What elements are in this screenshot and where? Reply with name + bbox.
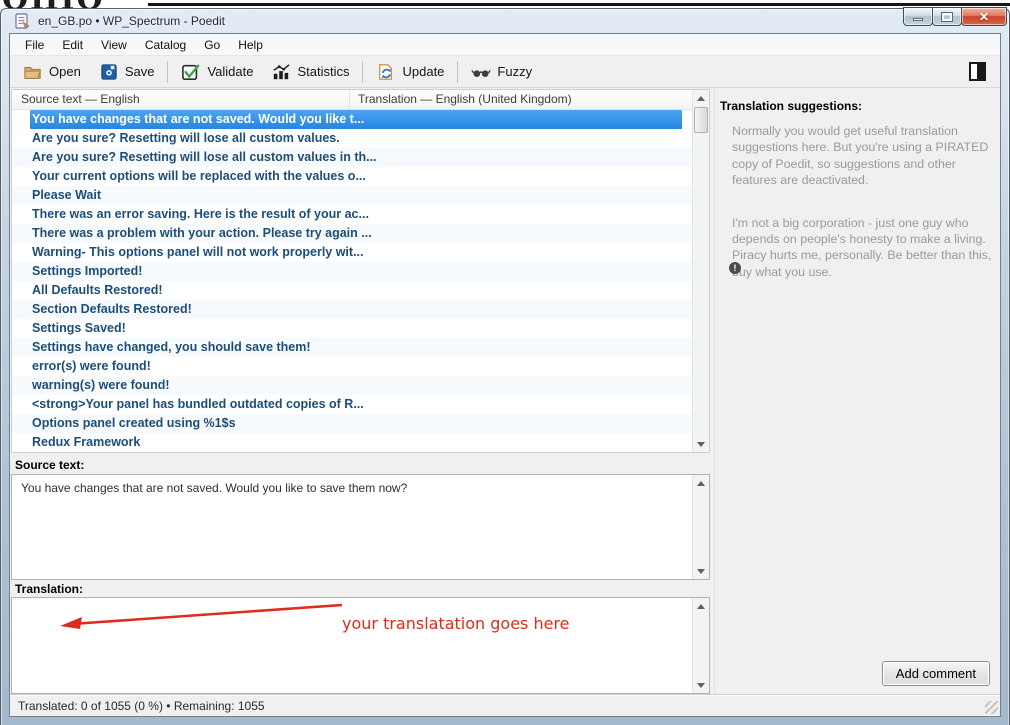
list-scrollbar[interactable] <box>692 90 709 452</box>
toolbar-separator <box>362 61 363 83</box>
toolbar: Open Save Val <box>10 56 1000 88</box>
list-item[interactable]: There was an error saving. Here is the r… <box>12 205 692 224</box>
list-item[interactable]: Are you sure? Resetting will lose all cu… <box>12 129 692 148</box>
update-label: Update <box>402 64 444 79</box>
fuzzy-label: Fuzzy <box>497 64 532 79</box>
status-text: Translated: 0 of 1055 (0 %) • Remaining:… <box>18 699 265 713</box>
list-item[interactable]: Options panel created using %1$s <box>12 414 692 433</box>
fuzzy-glasses-icon <box>471 63 491 81</box>
list-item[interactable]: You have changes that are not saved. Wou… <box>30 110 682 129</box>
window-controls: ✕ <box>904 7 1007 26</box>
list-item[interactable]: warning(s) were found! <box>12 376 692 395</box>
status-bar: Translated: 0 of 1055 (0 %) • Remaining:… <box>10 694 1000 716</box>
statistics-button[interactable]: Statistics <box>262 60 358 84</box>
suggestions-paragraph-2: I'm not a big corporation - just one guy… <box>732 215 994 281</box>
menu-help[interactable]: Help <box>229 35 272 55</box>
fuzzy-button[interactable]: Fuzzy <box>462 60 541 84</box>
menu-catalog[interactable]: Catalog <box>136 35 195 55</box>
save-floppy-icon <box>99 63 119 81</box>
list-item[interactable]: Your current options will be replaced wi… <box>12 167 692 186</box>
validate-button[interactable]: Validate <box>172 60 262 84</box>
list-item[interactable]: Settings have changed, you should save t… <box>12 338 692 357</box>
menu-view[interactable]: View <box>92 35 136 55</box>
update-button[interactable]: Update <box>367 60 453 84</box>
list-item[interactable]: Settings Saved! <box>12 319 692 338</box>
exclamation-icon: ! <box>729 262 741 274</box>
suggestions-paragraph-1: Normally you would get useful translatio… <box>732 123 994 189</box>
menu-file[interactable]: File <box>16 35 53 55</box>
save-label: Save <box>125 64 155 79</box>
source-scrollbar[interactable] <box>692 475 709 579</box>
column-header-source[interactable]: Source text — English <box>12 90 350 109</box>
poedit-app-icon <box>14 13 30 29</box>
scroll-down-icon[interactable] <box>693 563 709 579</box>
annotation-text: your translatation goes here <box>342 614 570 633</box>
background-horizontal-rule <box>148 3 1010 6</box>
menu-edit[interactable]: Edit <box>53 35 92 55</box>
validate-label: Validate <box>207 64 253 79</box>
suggestions-sidebar: Translation suggestions: Normally you wo… <box>714 88 1000 694</box>
minimize-button[interactable] <box>903 7 933 26</box>
list-item[interactable]: error(s) were found! <box>12 357 692 376</box>
poedit-window: en_GB.po • WP_Spectrum - Poedit ✕ File E… <box>0 8 1010 725</box>
list-item[interactable]: Warning- This options panel will not wor… <box>12 243 692 262</box>
save-button[interactable]: Save <box>90 60 164 84</box>
window-body: File Edit View Catalog Go Help Open <box>9 33 1001 717</box>
open-button[interactable]: Open <box>14 60 90 84</box>
sidebar-toggle-icon[interactable] <box>969 62 986 81</box>
add-comment-button[interactable]: Add comment <box>882 661 990 686</box>
translation-list: Source text — English Translation — Engl… <box>11 89 710 453</box>
translation-input-box[interactable]: your translatation goes here <box>11 597 710 694</box>
scroll-up-icon[interactable] <box>693 90 709 106</box>
translation-scrollbar[interactable] <box>692 598 709 693</box>
list-item[interactable]: <strong>Your panel has bundled outdated … <box>12 395 692 414</box>
update-refresh-icon <box>376 63 396 81</box>
scroll-up-icon[interactable] <box>693 475 709 491</box>
list-item[interactable]: Are you sure? Resetting will lose all cu… <box>12 148 692 167</box>
list-header: Source text — English Translation — Engl… <box>12 90 709 110</box>
statistics-label: Statistics <box>297 64 349 79</box>
maximize-button[interactable] <box>932 7 962 26</box>
list-rows: You have changes that are not saved. Wou… <box>12 110 692 452</box>
open-folder-icon <box>23 63 43 81</box>
red-annotation: your translatation goes here <box>12 598 692 693</box>
menu-bar: File Edit View Catalog Go Help <box>10 34 1000 56</box>
toolbar-separator <box>167 61 168 83</box>
scroll-down-icon[interactable] <box>693 677 709 693</box>
toolbar-separator <box>457 61 458 83</box>
list-item[interactable]: There was a problem with your action. Pl… <box>12 224 692 243</box>
source-text-box: You have changes that are not saved. Wou… <box>11 474 710 580</box>
resize-grip[interactable] <box>985 701 998 714</box>
minimize-icon <box>913 18 923 21</box>
menu-go[interactable]: Go <box>195 35 229 55</box>
source-text-value: You have changes that are not saved. Wou… <box>12 475 709 495</box>
maximize-icon <box>942 13 952 21</box>
close-icon: ✕ <box>979 10 989 24</box>
scrollbar-thumb[interactable] <box>694 107 708 133</box>
title-bar[interactable]: en_GB.po • WP_Spectrum - Poedit ✕ <box>1 9 1009 33</box>
list-item[interactable]: Section Defaults Restored! <box>12 300 692 319</box>
list-item[interactable]: Redux Framework <box>12 433 692 452</box>
content-area: Source text — English Translation — Engl… <box>10 88 1000 694</box>
list-item[interactable]: Settings Imported! <box>12 262 692 281</box>
translation-label: Translation: <box>15 582 83 596</box>
column-header-translation[interactable]: Translation — English (United Kingdom) <box>350 90 709 109</box>
suggestions-title: Translation suggestions: <box>715 88 1000 113</box>
open-label: Open <box>49 64 81 79</box>
statistics-chart-icon <box>271 63 291 81</box>
validate-check-icon <box>181 63 201 81</box>
source-text-label: Source text: <box>15 458 84 472</box>
window-title: en_GB.po • WP_Spectrum - Poedit <box>38 14 225 28</box>
list-item[interactable]: All Defaults Restored! <box>12 281 692 300</box>
scroll-down-icon[interactable] <box>693 436 709 452</box>
close-button[interactable]: ✕ <box>961 7 1007 26</box>
screen: OHIO en_GB.po • WP_Spectrum - Poedit ✕ F… <box>0 0 1010 725</box>
list-item[interactable]: Please Wait <box>12 186 692 205</box>
scroll-up-icon[interactable] <box>693 598 709 614</box>
